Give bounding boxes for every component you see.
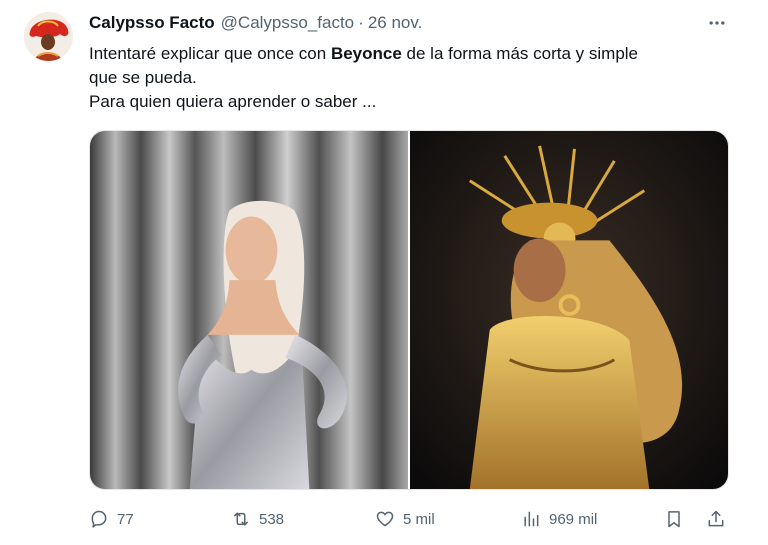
bookmark-icon bbox=[668, 511, 680, 528]
reply-icon bbox=[91, 510, 107, 528]
photo-right[interactable] bbox=[410, 131, 728, 489]
retweet-icon bbox=[234, 512, 248, 526]
tweet-text-line-2: que se pueda. bbox=[89, 68, 197, 87]
more-options-button[interactable] bbox=[705, 11, 729, 35]
reply-button[interactable]: 77 bbox=[89, 505, 134, 533]
tweet-media bbox=[89, 130, 729, 490]
action-bar: 77 538 5 mil 969 mil bbox=[89, 505, 739, 533]
like-button[interactable]: 5 mil bbox=[375, 505, 435, 533]
photo-left[interactable] bbox=[90, 131, 408, 489]
tweet-text-suffix: de la forma más corta y simple bbox=[401, 44, 639, 63]
bookmark-button[interactable] bbox=[664, 505, 684, 533]
author-handle[interactable]: @Calypsso_facto bbox=[221, 13, 355, 33]
reply-count: 77 bbox=[117, 510, 134, 528]
avatar[interactable] bbox=[24, 12, 73, 61]
ellipsis-icon bbox=[709, 21, 725, 25]
tweet-text-prefix: Intentaré explicar que once con bbox=[89, 44, 331, 63]
tweet[interactable]: Calypsso Facto @Calypsso_facto · 26 nov.… bbox=[0, 0, 768, 545]
retweet-count: 538 bbox=[259, 510, 285, 528]
tweet-header: Calypsso Facto @Calypsso_facto · 26 nov. bbox=[89, 13, 422, 35]
views-button[interactable]: 969 mil bbox=[521, 505, 597, 533]
separator: · bbox=[358, 13, 364, 32]
share-icon bbox=[708, 510, 724, 527]
tweet-text: Intentaré explicar que once con Beyonce … bbox=[89, 42, 729, 114]
views-count: 969 mil bbox=[549, 510, 598, 528]
retweet-button[interactable]: 538 bbox=[231, 505, 284, 533]
like-count: 5 mil bbox=[403, 510, 435, 528]
tweet-text-line-1: Intentaré explicar que once con Beyonce … bbox=[89, 42, 729, 66]
tweet-text-line-3: Para quien quiera aprender o saber ... bbox=[89, 92, 377, 111]
share-button[interactable] bbox=[706, 505, 726, 533]
author-name[interactable]: Calypsso Facto bbox=[89, 13, 215, 33]
heart-icon bbox=[376, 511, 394, 527]
tweet-date[interactable]: 26 nov. bbox=[368, 13, 423, 33]
views-icon bbox=[524, 511, 539, 527]
tweet-text-bold: Beyonce bbox=[330, 44, 402, 63]
